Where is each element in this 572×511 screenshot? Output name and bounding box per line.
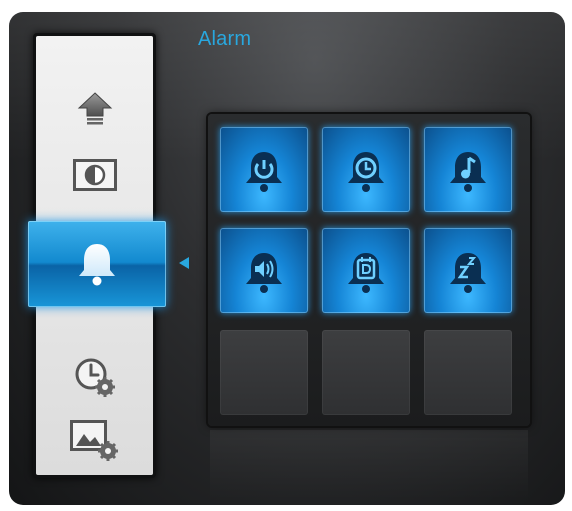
sidebar-item-time-settings[interactable] xyxy=(36,344,153,410)
sidebar-item-alarm[interactable] xyxy=(28,221,166,307)
alarm-tile-calendar[interactable] xyxy=(322,228,410,313)
home-icon xyxy=(77,92,112,125)
empty-tile xyxy=(322,330,410,415)
alarm-snooze-icon xyxy=(450,252,486,293)
alarm-options-grid xyxy=(208,114,530,426)
page-title: Alarm xyxy=(198,28,252,50)
bell-icon xyxy=(79,244,115,286)
alarm-tile-music[interactable] xyxy=(424,127,512,212)
alarm-calendar-icon xyxy=(348,252,384,293)
alarm-tile-clock[interactable] xyxy=(322,127,410,212)
display-contrast-icon xyxy=(72,159,117,191)
alarm-power-icon xyxy=(246,151,282,192)
alarm-tile-power[interactable] xyxy=(220,127,308,212)
empty-tile xyxy=(220,330,308,415)
sidebar-item-home[interactable] xyxy=(36,76,153,142)
sidebar-item-photo-settings[interactable] xyxy=(36,408,153,474)
alarm-volume-icon xyxy=(246,252,282,293)
grid-reflection xyxy=(210,430,528,500)
selection-pointer-icon xyxy=(179,257,189,269)
alarm-tile-volume[interactable] xyxy=(220,228,308,313)
alarm-clock-icon xyxy=(348,151,384,192)
clock-settings-icon xyxy=(75,358,115,397)
alarm-music-icon xyxy=(450,151,486,192)
sidebar-item-display[interactable] xyxy=(36,142,153,208)
empty-tile xyxy=(424,330,512,415)
alarm-tile-snooze[interactable] xyxy=(424,228,512,313)
photo-settings-icon xyxy=(69,420,118,461)
